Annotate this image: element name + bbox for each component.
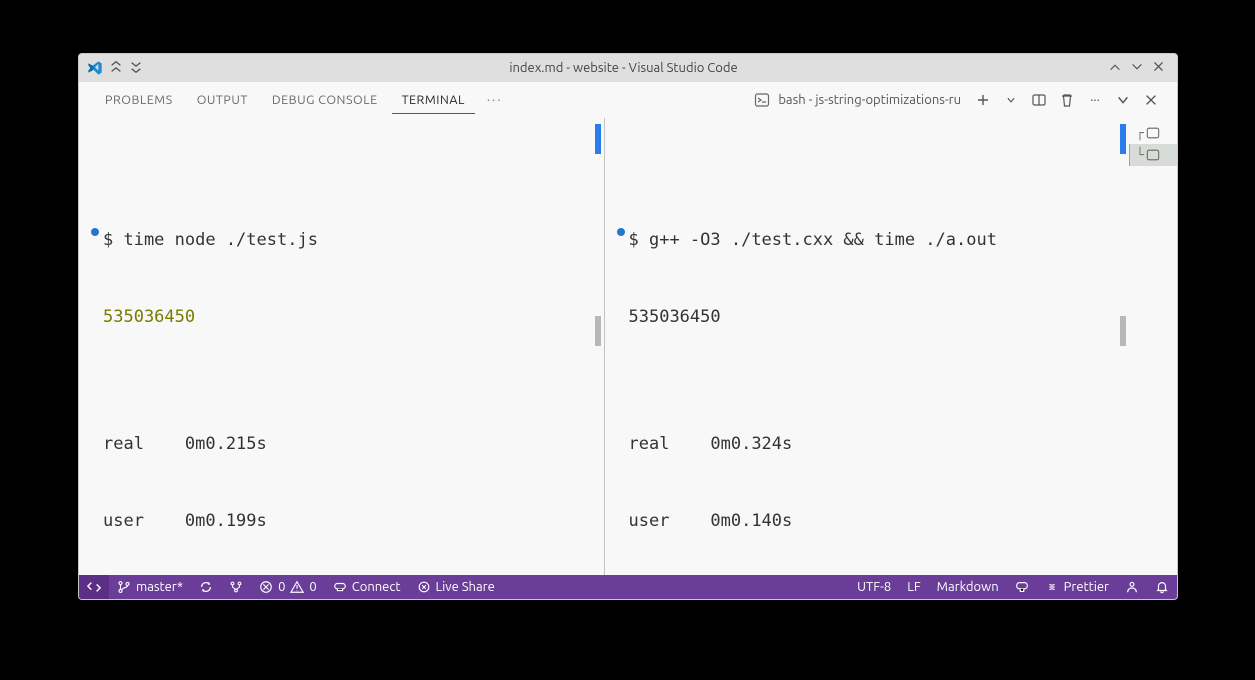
language-button[interactable]: Markdown bbox=[929, 575, 1007, 599]
terminal-line: real 0m0.324s bbox=[629, 432, 793, 458]
command-marker-icon bbox=[91, 228, 99, 236]
vscode-window: index.md - website - Visual Studio Code … bbox=[78, 53, 1178, 600]
eol-button[interactable]: LF bbox=[899, 575, 928, 599]
terminal-more-icon[interactable]: ··· bbox=[1083, 93, 1107, 107]
new-terminal-dropdown-icon[interactable] bbox=[999, 95, 1023, 105]
split-terminal-button[interactable] bbox=[1027, 92, 1051, 108]
window-title: index.md - website - Visual Studio Code bbox=[143, 61, 1104, 75]
branch-name: master* bbox=[136, 580, 183, 594]
ports-connect-button[interactable]: Connect bbox=[325, 575, 409, 599]
scrollbar-marker bbox=[595, 124, 601, 154]
terminal-line: $ time node ./test.js bbox=[103, 228, 318, 254]
feedback-button[interactable] bbox=[1117, 575, 1147, 599]
terminal-line: 535036450 bbox=[103, 305, 195, 331]
prettier-button[interactable]: Prettier bbox=[1037, 575, 1117, 599]
problems-button[interactable]: 0 0 bbox=[251, 575, 325, 599]
terminal-line: 535036450 bbox=[629, 305, 721, 331]
git-sync-button[interactable] bbox=[191, 575, 221, 599]
terminal-line: user 0m0.199s bbox=[103, 509, 267, 535]
tab-problems[interactable]: PROBLEMS bbox=[95, 87, 183, 113]
layout-button[interactable] bbox=[1007, 575, 1037, 599]
warn-count: 0 bbox=[309, 580, 316, 594]
panel-overflow-icon[interactable]: ··· bbox=[479, 93, 511, 107]
remote-button[interactable] bbox=[79, 575, 109, 599]
terminal-line: real 0m0.215s bbox=[103, 432, 267, 458]
terminal-pane-right[interactable]: $ g++ -O3 ./test.cxx && time ./a.out 535… bbox=[605, 118, 1130, 575]
tab-debug-console[interactable]: DEBUG CONSOLE bbox=[262, 87, 388, 113]
terminal-group-item[interactable]: ┌ bbox=[1129, 122, 1177, 144]
terminal-pane-left[interactable]: $ time node ./test.js 535036450 real 0m0… bbox=[79, 118, 605, 575]
scrollbar-marker bbox=[595, 316, 601, 346]
terminal-shell-icon bbox=[754, 92, 770, 108]
panel-header: PROBLEMS OUTPUT DEBUG CONSOLE TERMINAL ·… bbox=[79, 82, 1177, 118]
close-icon[interactable] bbox=[1148, 60, 1169, 76]
liveshare-button[interactable]: Live Share bbox=[409, 575, 503, 599]
status-bar: master* 0 0 Connect Live Share UTF-8 LF … bbox=[79, 575, 1177, 599]
scrollbar-marker bbox=[1120, 124, 1126, 154]
minimize-icon[interactable] bbox=[1104, 60, 1126, 77]
prettier-label: Prettier bbox=[1064, 580, 1109, 594]
encoding-button[interactable]: UTF-8 bbox=[849, 575, 899, 599]
kill-terminal-button[interactable] bbox=[1055, 92, 1079, 108]
terminal-name[interactable]: bash - js-string-optimizations-ru bbox=[774, 93, 967, 107]
terminal-area: $ time node ./test.js 535036450 real 0m0… bbox=[79, 118, 1177, 575]
tab-terminal[interactable]: TERMINAL bbox=[392, 87, 475, 114]
titlebar-chevron-down-icon[interactable] bbox=[129, 60, 143, 76]
git-branch-button[interactable]: master* bbox=[109, 575, 191, 599]
maximize-icon[interactable] bbox=[1126, 60, 1148, 77]
command-marker-icon bbox=[617, 228, 625, 236]
tab-output[interactable]: OUTPUT bbox=[187, 87, 258, 113]
git-graph-button[interactable] bbox=[221, 575, 251, 599]
connect-label: Connect bbox=[352, 580, 401, 594]
titlebar-chevron-up-icon[interactable] bbox=[109, 60, 123, 76]
scrollbar-marker bbox=[1120, 316, 1126, 346]
panel-collapse-icon[interactable] bbox=[1111, 93, 1135, 107]
vscode-logo-icon bbox=[87, 60, 103, 76]
terminal-group-item[interactable]: └ bbox=[1129, 144, 1177, 166]
terminal-group-list: ┌ └ bbox=[1129, 118, 1177, 575]
panel-close-icon[interactable] bbox=[1139, 93, 1163, 107]
notifications-button[interactable] bbox=[1147, 575, 1177, 599]
error-count: 0 bbox=[278, 580, 285, 594]
title-bar: index.md - website - Visual Studio Code bbox=[79, 54, 1177, 82]
terminal-line: $ g++ -O3 ./test.cxx && time ./a.out bbox=[629, 228, 997, 254]
liveshare-label: Live Share bbox=[436, 580, 495, 594]
new-terminal-button[interactable] bbox=[971, 92, 995, 108]
terminal-line: user 0m0.140s bbox=[629, 509, 793, 535]
